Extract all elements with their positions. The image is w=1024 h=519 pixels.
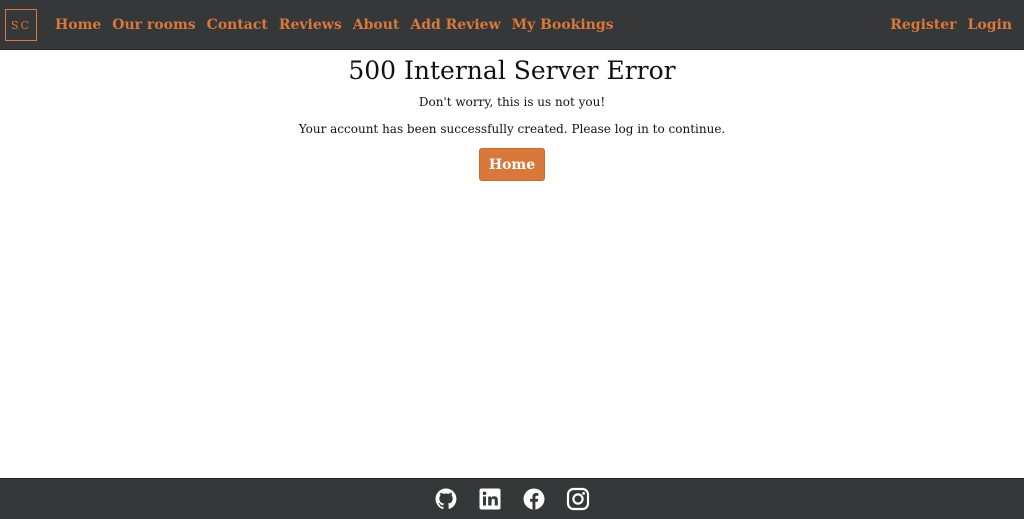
page-title: 500 Internal Server Error [348, 56, 676, 85]
navbar: SC Home Our rooms Contact Reviews About … [0, 0, 1024, 50]
error-subtitle: Don't worry, this is us not you! [418, 95, 606, 109]
main-content: 500 Internal Server Error Don't worry, t… [0, 51, 1024, 181]
nav-contact[interactable]: Contact [207, 17, 268, 33]
linkedin-icon[interactable] [478, 487, 502, 511]
nav-add-review[interactable]: Add Review [410, 17, 500, 33]
nav-my-bookings[interactable]: My Bookings [512, 17, 614, 33]
nav-left: Home Our rooms Contact Reviews About Add… [55, 0, 614, 50]
nav-home[interactable]: Home [55, 17, 101, 33]
nav-about[interactable]: About [353, 17, 400, 33]
nav-register[interactable]: Register [890, 17, 956, 33]
footer [0, 478, 1024, 519]
status-message: Your account has been successfully creat… [298, 122, 726, 136]
home-button[interactable]: Home [479, 148, 545, 181]
logo[interactable]: SC [5, 9, 37, 41]
facebook-icon[interactable] [522, 487, 546, 511]
nav-reviews[interactable]: Reviews [279, 17, 342, 33]
github-icon[interactable] [434, 487, 458, 511]
nav-our-rooms[interactable]: Our rooms [112, 17, 195, 33]
nav-right: Register Login [890, 0, 1012, 50]
nav-login[interactable]: Login [968, 17, 1012, 33]
instagram-icon[interactable] [566, 487, 590, 511]
